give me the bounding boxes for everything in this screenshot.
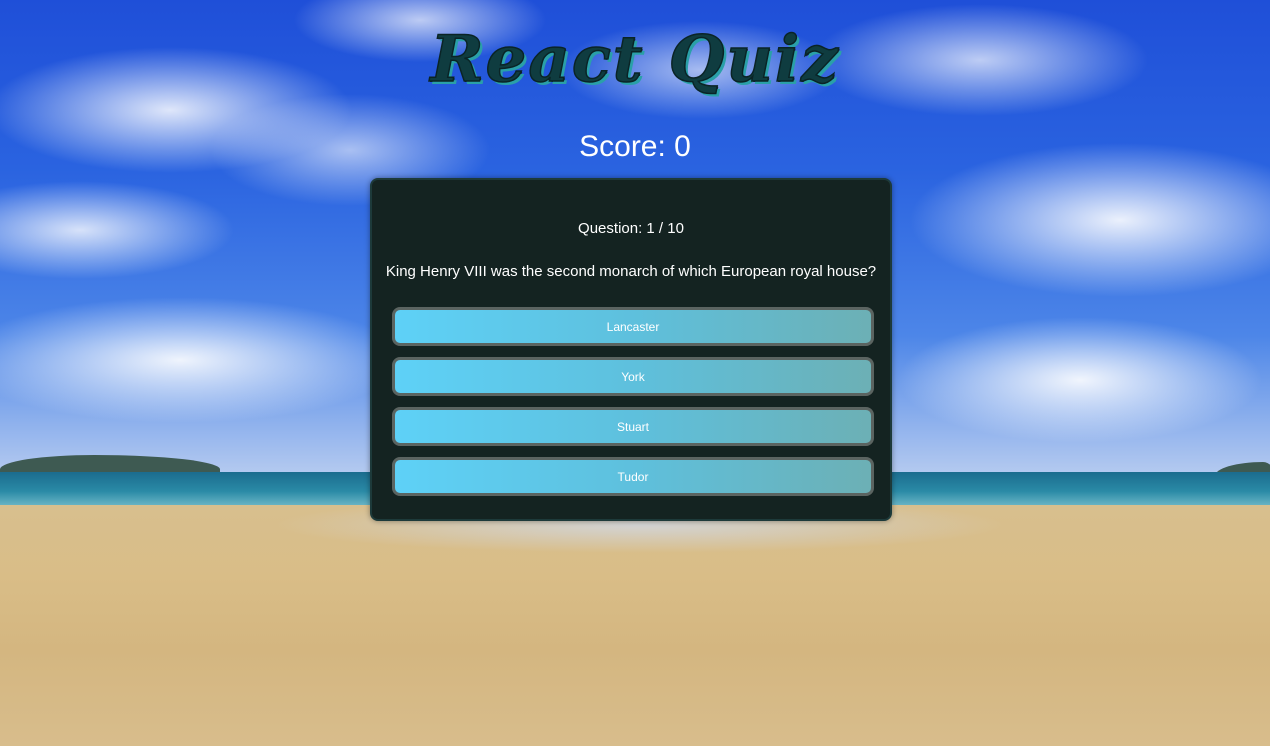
quiz-page: React Quiz Score: 0 Question: 1 / 10 Kin…: [0, 0, 1270, 746]
answer-button-york[interactable]: York: [392, 357, 874, 396]
answer-button-tudor[interactable]: Tudor: [392, 457, 874, 496]
question-counter: Question: 1 / 10: [578, 220, 684, 237]
answer-list: Lancaster York Stuart Tudor: [392, 307, 874, 507]
score-display: Score: 0: [579, 130, 691, 163]
background-beach: [0, 505, 1270, 746]
app-title: React Quiz: [430, 21, 840, 97]
answer-button-stuart[interactable]: Stuart: [392, 407, 874, 446]
answer-button-lancaster[interactable]: Lancaster: [392, 307, 874, 346]
question-text: King Henry VIII was the second monarch o…: [385, 263, 877, 280]
quiz-card: Question: 1 / 10 King Henry VIII was the…: [370, 178, 892, 521]
